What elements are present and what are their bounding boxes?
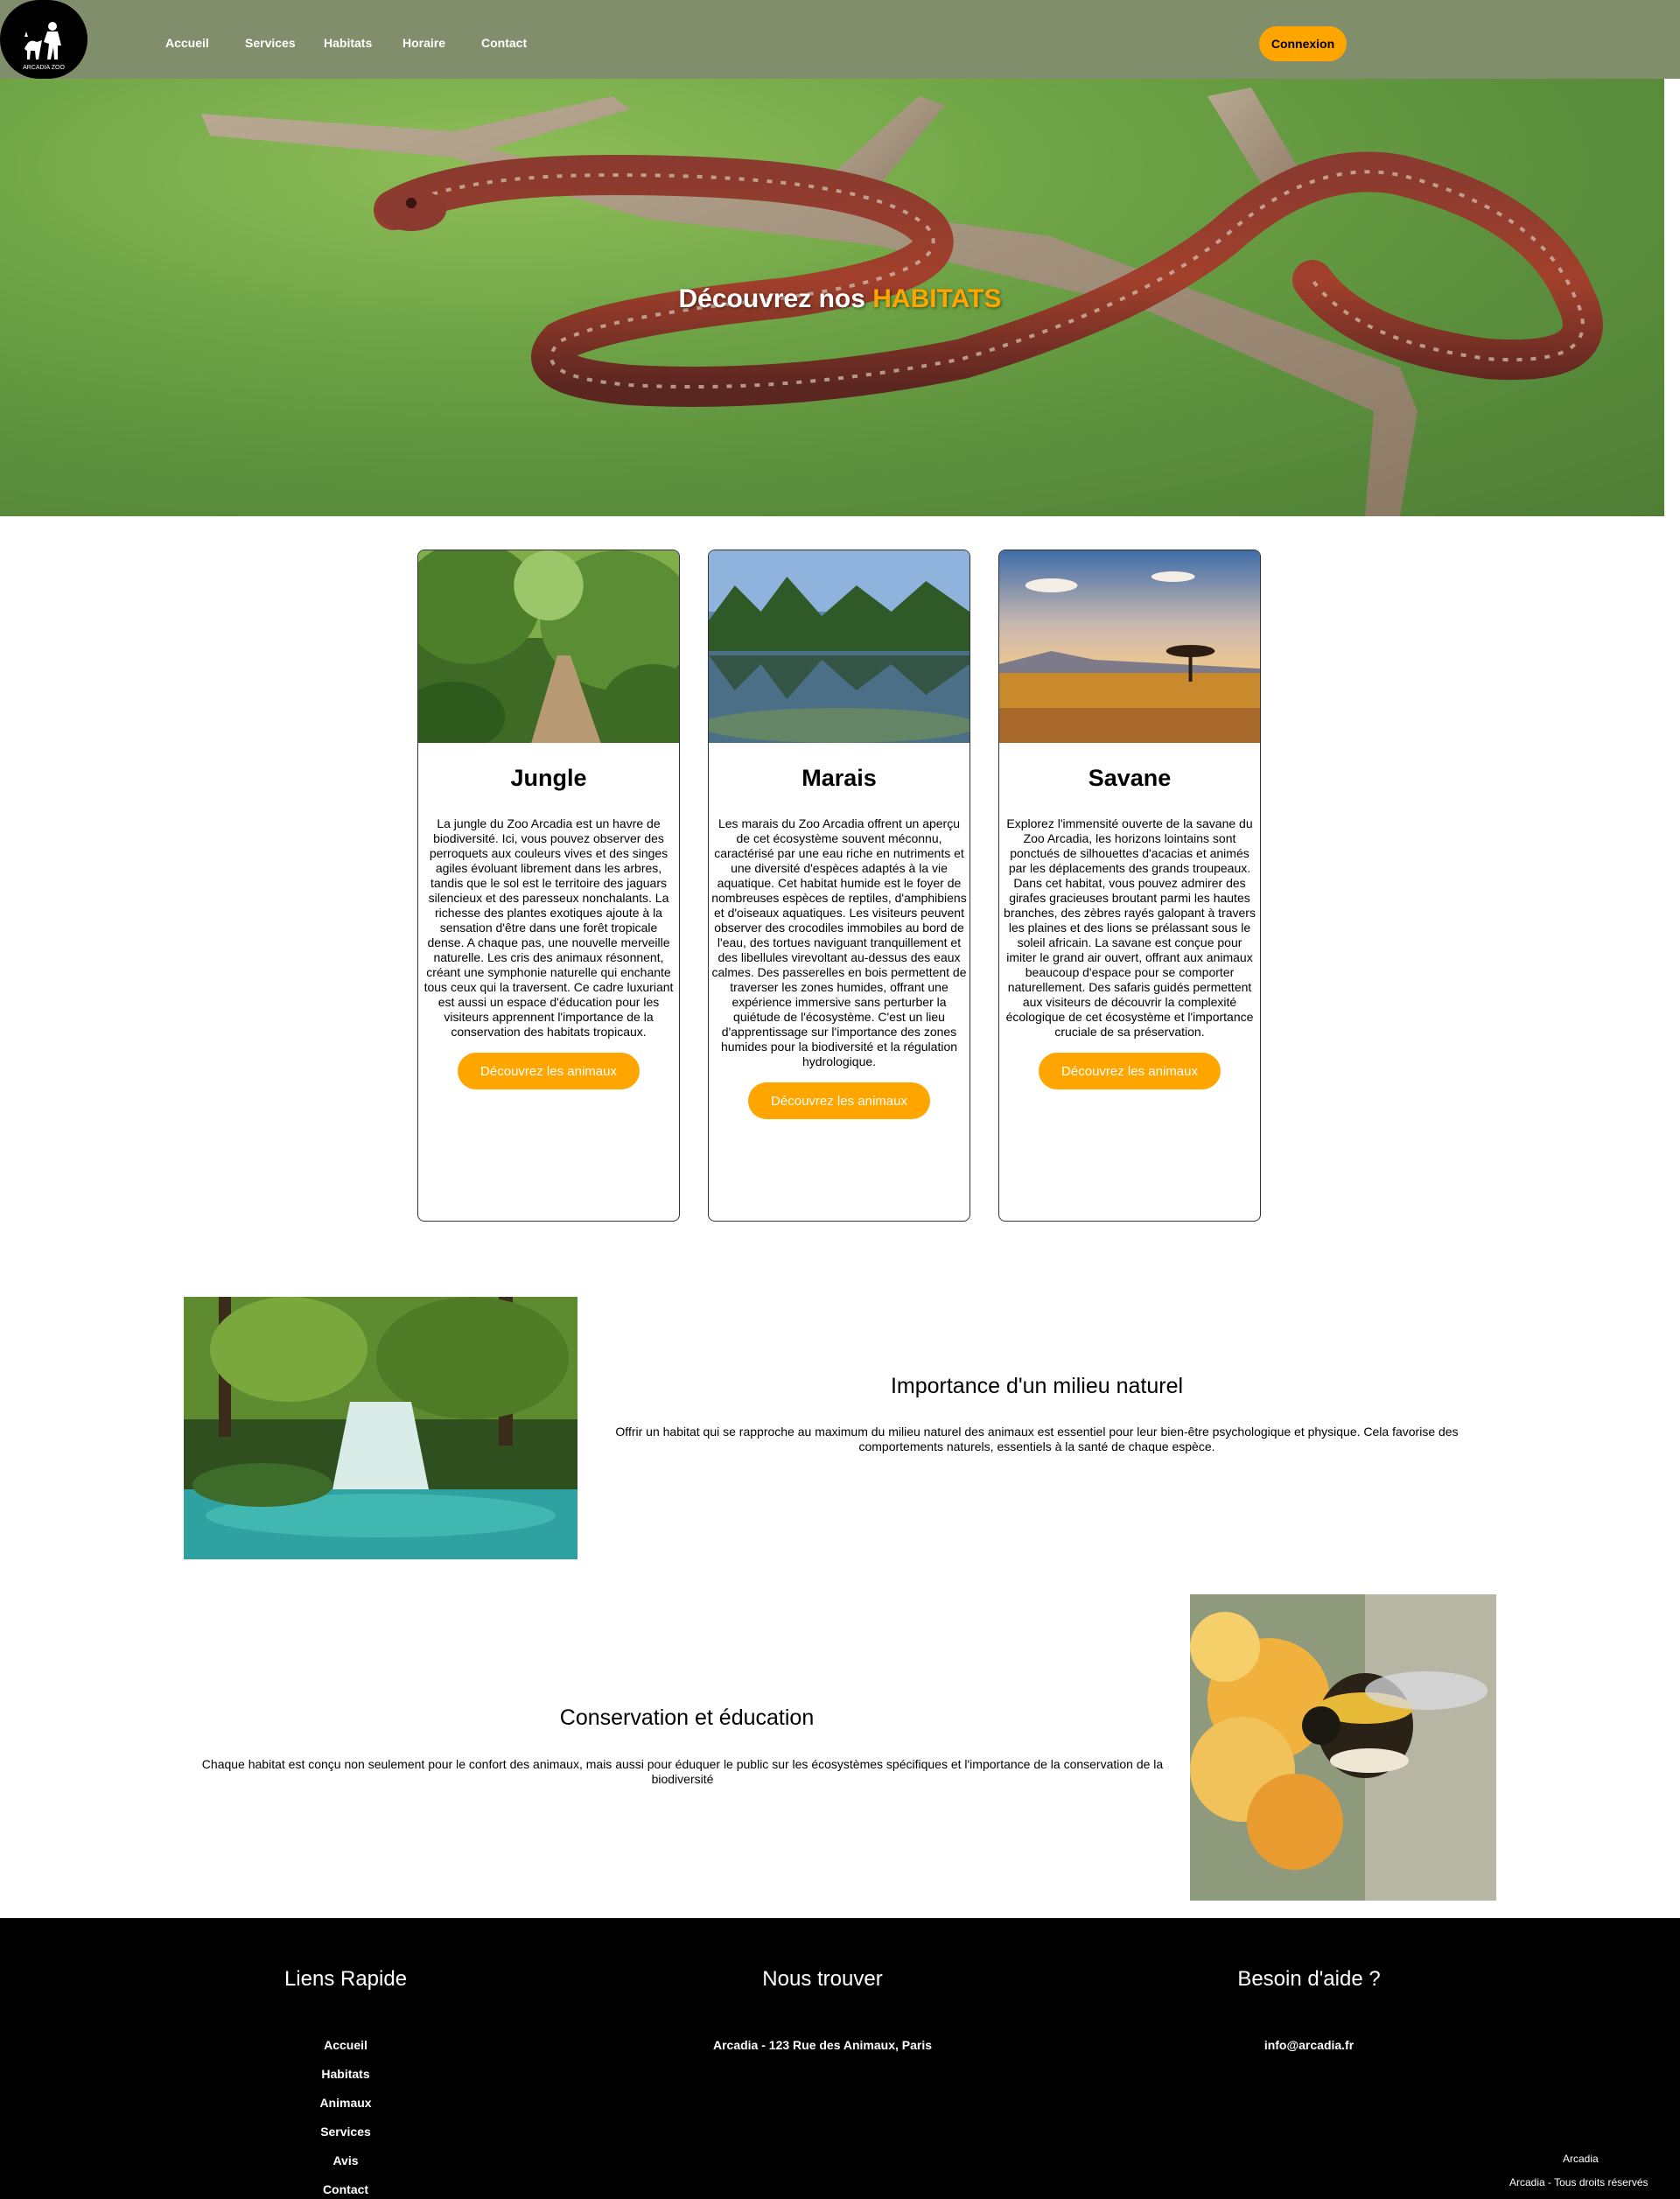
hero-banner: Découvrez nos HABITATS	[0, 79, 1664, 516]
habitat-card-jungle: Jungle La jungle du Zoo Arcadia est un h…	[417, 550, 680, 1222]
logo-text: ARCADIA ZOO	[23, 65, 65, 71]
jungle-image	[418, 550, 679, 743]
section-title-milieu: Importance d'un milieu naturel	[890, 1374, 1184, 1398]
footer-link-avis[interactable]: Avis	[214, 2153, 477, 2167]
nav-habitats[interactable]: Habitats	[324, 36, 372, 50]
footer-brand: Arcadia	[1563, 2153, 1599, 2165]
habitat-title: Jungle	[510, 765, 587, 791]
footer-link-accueil[interactable]: Accueil	[214, 2038, 477, 2052]
habitat-description: Les marais du Zoo Arcadia offrent un ape…	[711, 816, 967, 1068]
discover-animals-button[interactable]: Découvrez les animaux	[1039, 1053, 1221, 1089]
footer-email-link[interactable]: info@arcadia.fr	[1178, 2038, 1440, 2052]
zoo-logo[interactable]: ARCADIA ZOO	[0, 0, 88, 79]
discover-animals-button[interactable]: Découvrez les animaux	[458, 1053, 640, 1089]
habitat-title: Savane	[1088, 765, 1172, 791]
bee-flower-image	[1190, 1594, 1496, 1901]
nav-horaire[interactable]: Horaire	[402, 36, 445, 50]
section-title-conservation: Conservation et éducation	[559, 1705, 815, 1730]
hero-title: Découvrez nos HABITATS	[0, 284, 1664, 314]
habitat-description: La jungle du Zoo Arcadia est un havre de…	[424, 816, 674, 1039]
footer-links-heading: Liens Rapide	[284, 1967, 408, 1991]
animals-logo-icon	[24, 22, 61, 60]
nav-contact[interactable]: Contact	[481, 36, 527, 50]
hero-title-highlight: HABITATS	[872, 284, 1002, 313]
footer-link-services[interactable]: Services	[214, 2125, 477, 2139]
habitat-card-savane: Savane Explorez l'immensité ouverte de l…	[998, 550, 1261, 1222]
footer-link-habitats[interactable]: Habitats	[214, 2067, 477, 2081]
footer-link-contact[interactable]: Contact	[214, 2182, 477, 2196]
site-header: ARCADIA ZOO Accueil Services Habitats Ho…	[0, 0, 1680, 79]
nav-services[interactable]: Services	[245, 36, 296, 50]
footer-address: Arcadia - 123 Rue des Animaux, Paris	[712, 2038, 933, 2052]
savanna-image	[999, 550, 1260, 743]
nav-accueil[interactable]: Accueil	[165, 36, 209, 50]
section-text-conservation: Chaque habitat est conçu non seulement p…	[201, 1757, 1164, 1786]
footer-copyright: Arcadia - Tous droits réservés	[1509, 2176, 1648, 2188]
marsh-image	[709, 550, 970, 743]
habitat-card-marais: Marais Les marais du Zoo Arcadia offrent…	[708, 550, 970, 1222]
section-text-milieu: Offrir un habitat qui se rapproche au ma…	[615, 1425, 1459, 1453]
waterfall-image	[184, 1297, 578, 1559]
habitat-title: Marais	[802, 765, 877, 791]
habitat-description: Explorez l'immensité ouverte de la savan…	[1004, 816, 1256, 1039]
footer-find-heading: Nous trouver	[762, 1967, 883, 1991]
site-footer: Liens Rapide Accueil Habitats Animaux Se…	[0, 1918, 1680, 2199]
login-button[interactable]: Connexion	[1259, 26, 1347, 61]
footer-help-heading: Besoin d'aide ?	[1237, 1967, 1381, 1991]
hero-title-prefix: Découvrez nos	[678, 284, 865, 313]
discover-animals-button[interactable]: Découvrez les animaux	[748, 1082, 930, 1119]
footer-link-animaux[interactable]: Animaux	[214, 2096, 477, 2110]
